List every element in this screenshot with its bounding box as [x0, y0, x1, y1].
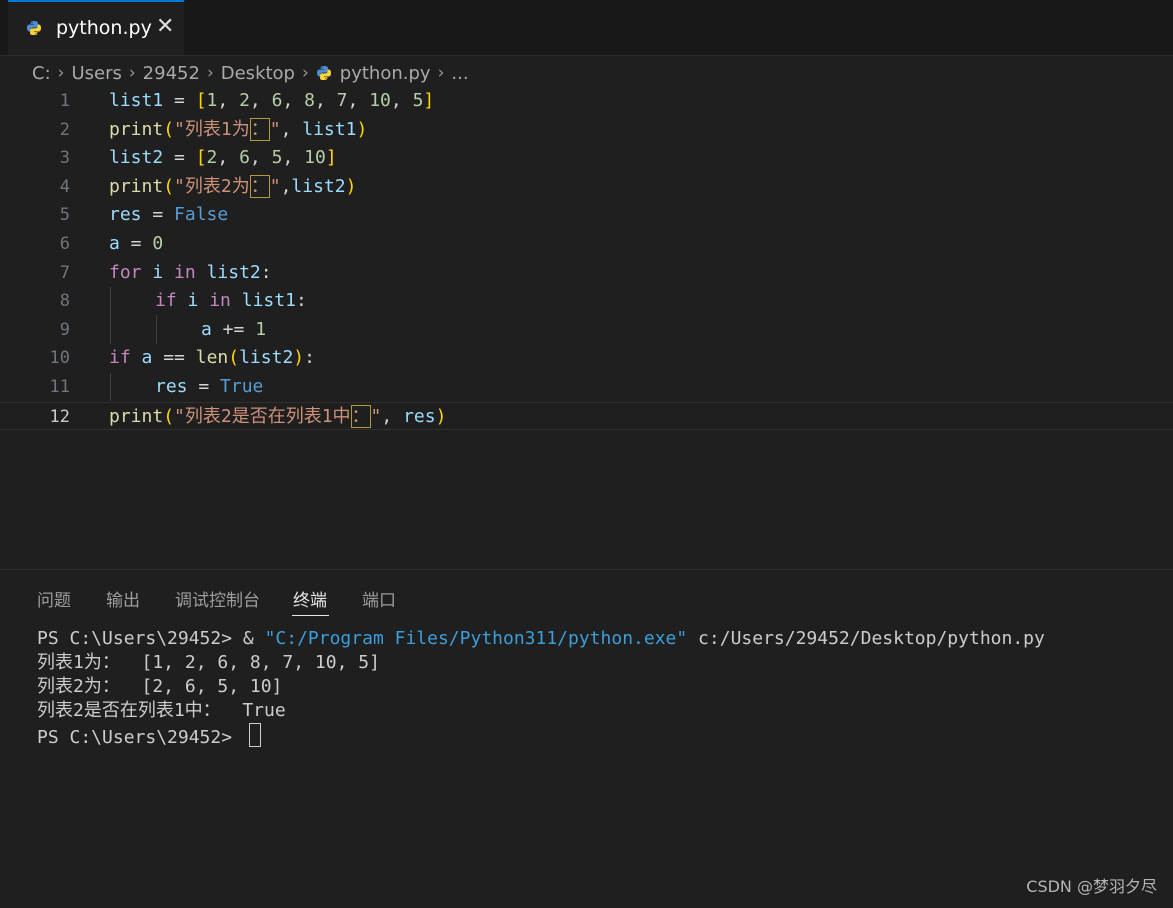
line-number: 5 — [59, 205, 70, 226]
breadcrumb-file[interactable]: python.py — [340, 63, 431, 84]
code-text: res = True — [155, 376, 264, 397]
terminal-output-line: 列表2为： [2, 6, 5, 10] — [37, 676, 283, 697]
tab-output[interactable]: 输出 — [106, 586, 140, 611]
line-number: 6 — [59, 234, 70, 254]
bottom-panel: 问题 输出 调试控制台 终端 端口 PS C:\Users\29452> & "… — [0, 569, 1173, 908]
breadcrumb: C: › Users › 29452 › Desktop › python.py… — [32, 60, 469, 86]
line-number: 3 — [59, 148, 70, 169]
breadcrumb-drive[interactable]: C: — [32, 63, 51, 84]
tab-debug-console[interactable]: 调试控制台 — [175, 586, 260, 611]
code-line: 7 for i in list2: — [0, 259, 1173, 287]
line-number: 1 — [59, 91, 70, 111]
code-line-current: 12 print("列表2是否在列表1中：", res) — [0, 401, 1173, 430]
code-line: 3 list2 = [2, 6, 5, 10] — [0, 144, 1173, 172]
code-text: if i in list1: — [155, 290, 307, 312]
code-line: 2 print("列表1为：", list1) — [0, 116, 1173, 144]
unicode-highlight: ： — [249, 117, 270, 141]
chevron-right-icon: › — [206, 63, 214, 83]
code-line: 4 print("列表2为：",list2) — [0, 173, 1173, 201]
line-number: 2 — [59, 119, 70, 140]
line-number: 10 — [49, 348, 70, 369]
code-text: print("列表1为：", list1) — [109, 117, 368, 141]
close-icon[interactable]: ✕ — [156, 14, 174, 39]
line-number: 8 — [59, 291, 70, 312]
line-number: 12 — [49, 406, 70, 427]
active-tab-indicator — [292, 615, 329, 616]
python-icon — [27, 21, 41, 35]
breadcrumb-user[interactable]: 29452 — [143, 63, 200, 84]
code-line: 8 if i in list1: — [0, 287, 1173, 315]
code-text: list1 = [1, 2, 6, 8, 7, 10, 5] — [109, 90, 435, 111]
tab-python-py[interactable]: python.py ✕ — [8, 0, 184, 55]
code-line: 5 res = False — [0, 201, 1173, 229]
chevron-right-icon: › — [301, 63, 309, 83]
code-text: a = 0 — [109, 233, 164, 254]
breadcrumb-symbols[interactable]: ... — [451, 63, 468, 84]
unicode-highlight: ： — [350, 404, 371, 428]
code-text: a += 1 — [201, 318, 267, 340]
breadcrumb-desktop[interactable]: Desktop — [221, 63, 295, 84]
terminal-output-line: 列表2是否在列表1中： True — [37, 700, 286, 721]
tab-terminal[interactable]: 终端 — [293, 586, 327, 611]
code-text: for i in list2: — [109, 261, 272, 283]
chevron-right-icon: › — [128, 63, 136, 83]
line-number: 11 — [49, 377, 70, 397]
line-number: 9 — [59, 319, 70, 340]
code-editor[interactable]: 1 list1 = [1, 2, 6, 8, 7, 10, 5] 2 print… — [0, 87, 1173, 567]
code-line: 10 if a == len(list2): — [0, 344, 1173, 372]
tab-problems[interactable]: 问题 — [37, 586, 71, 611]
code-text: res = False — [109, 204, 229, 226]
chevron-right-icon: › — [437, 63, 445, 83]
terminal-output-line: 列表1为： [1, 2, 6, 8, 7, 10, 5] — [37, 652, 380, 673]
code-text: list2 = [2, 6, 5, 10] — [109, 147, 337, 169]
watermark: CSDN @梦羽夕尽 — [1026, 877, 1157, 896]
code-line: 11 res = True — [0, 373, 1173, 401]
code-text: print("列表2为：",list2) — [109, 174, 357, 198]
code-text: if a == len(list2): — [109, 347, 315, 369]
code-line: 6 a = 0 — [0, 230, 1173, 258]
chevron-right-icon: › — [57, 63, 65, 83]
terminal-prompt[interactable]: PS C:\Users\29452> — [37, 723, 261, 750]
tab-title: python.py — [56, 17, 152, 39]
code-line: 9 a += 1 — [0, 316, 1173, 344]
editor-tab-bar: python.py ✕ — [0, 0, 1173, 56]
python-icon — [316, 66, 331, 80]
line-number: 7 — [59, 262, 70, 283]
code-line: 1 list1 = [1, 2, 6, 8, 7, 10, 5] — [0, 87, 1173, 115]
terminal-command-line: PS C:\Users\29452> & "C:/Program Files/P… — [37, 628, 1045, 649]
tab-ports[interactable]: 端口 — [362, 586, 396, 611]
code-text: print("列表2是否在列表1中：", res) — [109, 404, 447, 428]
breadcrumb-users[interactable]: Users — [71, 63, 121, 84]
unicode-highlight: ： — [249, 174, 270, 198]
terminal-cursor — [248, 723, 261, 747]
line-number: 4 — [59, 176, 70, 197]
